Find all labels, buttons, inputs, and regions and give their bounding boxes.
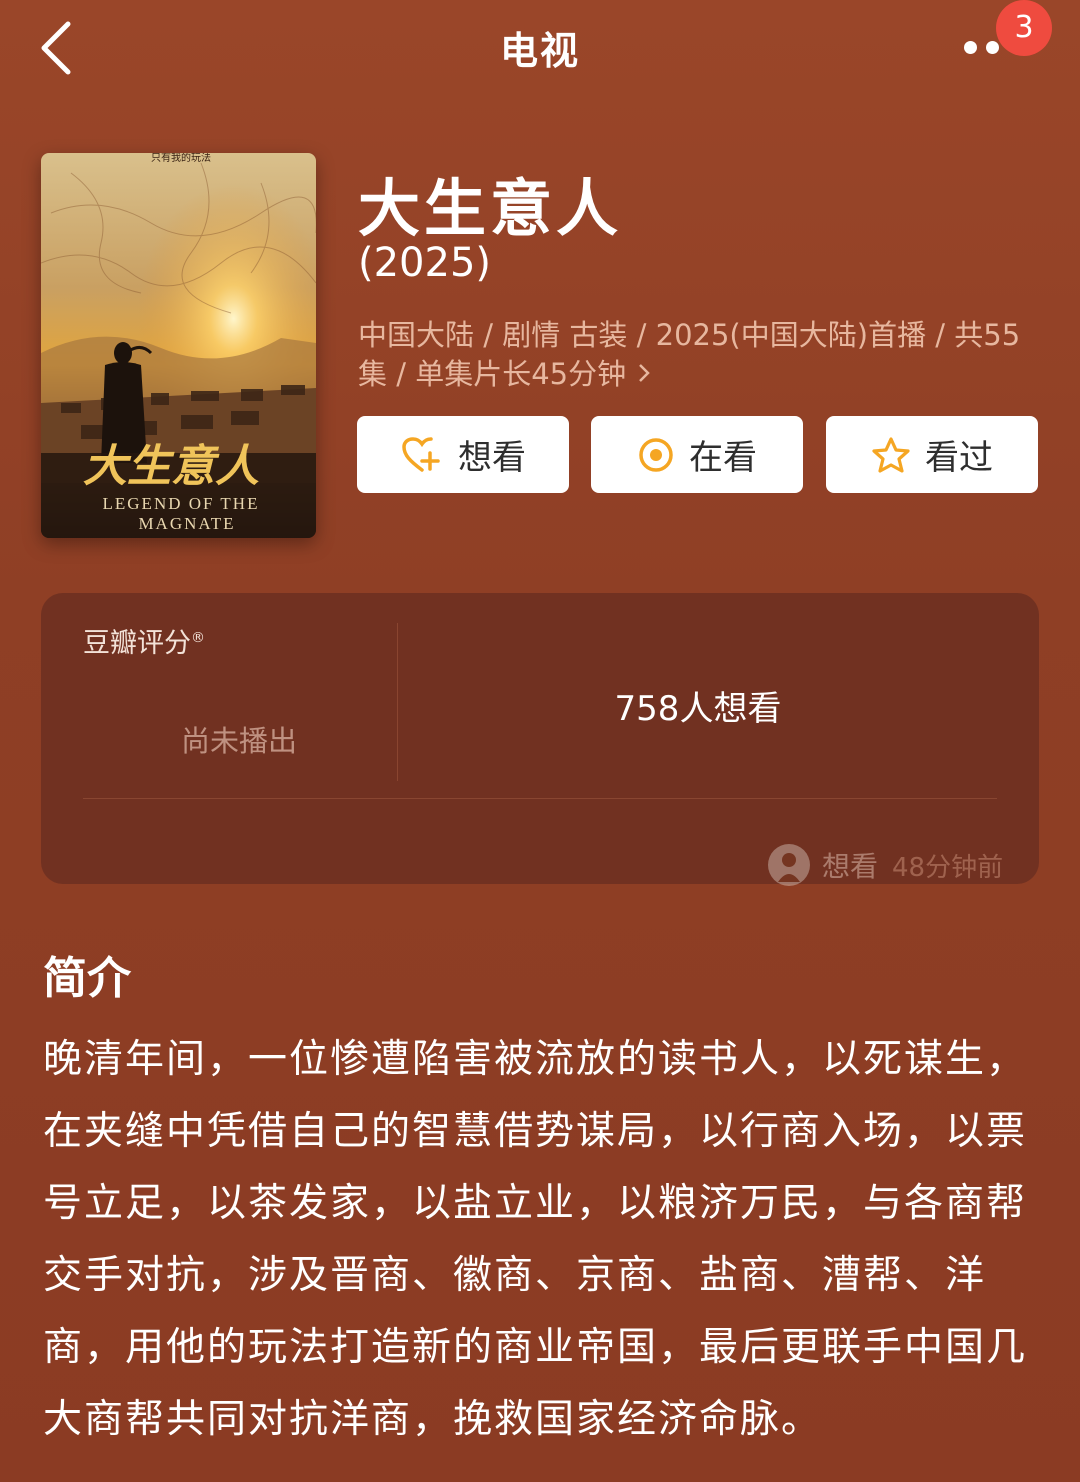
show-title: 大生意人	[358, 172, 623, 245]
intro-text: 晚清年间，一位惨遭陷害被流放的读书人，以死谋生，在夹缝中凭借自己的智慧借势谋局，…	[43, 1037, 1028, 1442]
page-title: 电视	[499, 29, 580, 73]
chevron-right-icon	[636, 355, 652, 394]
poster-english-title-1: LEGEND OF THE	[103, 494, 260, 513]
rating-label-text: 豆瓣评分	[83, 628, 191, 659]
poster-top-text: 只有我的玩法	[151, 153, 211, 164]
poster-calligraphy-title: 大生意人	[83, 441, 259, 492]
notification-badge[interactable]: 3	[996, 0, 1052, 56]
activity-time: 48分钟前	[892, 852, 1004, 883]
rating-status: 尚未播出	[181, 724, 298, 758]
rating-panel: 豆瓣评分® 尚未播出 758人想看 想看 48分钟前	[41, 593, 1039, 887]
more-dots-icon	[964, 41, 977, 54]
more-dot	[986, 41, 999, 54]
registered-mark: ®	[191, 630, 205, 646]
douban-rating-label: 豆瓣评分®	[83, 621, 205, 660]
meta-text: 中国大陆 / 剧情 古装 / 2025(中国大陆)首播 / 共55集 / 单集片…	[358, 318, 1021, 391]
horizontal-divider	[83, 798, 997, 799]
avatar	[768, 844, 810, 886]
want-button-label: 想看	[458, 438, 526, 478]
star-icon	[872, 436, 910, 473]
heart-plus-icon	[402, 436, 440, 472]
recent-activity[interactable]: 想看 48分钟前	[768, 843, 1003, 887]
watching-button-label: 在看	[689, 438, 757, 478]
want-to-watch-button[interactable]: 想看	[357, 416, 569, 493]
watched-button[interactable]: 看过	[826, 416, 1038, 493]
watched-button-label: 看过	[925, 438, 993, 478]
poster-image: 只有我的玩法 大生意人 LEGEND OF THE MAGNATE	[41, 153, 316, 538]
target-icon	[639, 437, 673, 472]
intro-heading: 简介	[43, 953, 131, 1004]
top-bar: 电视 3	[0, 0, 1080, 100]
show-year: (2025)	[358, 240, 492, 286]
movie-detail-page: 电视 3 只有我的玩法 大生意人 LEGEND OF THE MAGNATE 大…	[0, 0, 1080, 1482]
poster-english-title-2: MAGNATE	[138, 514, 235, 533]
want-count[interactable]: 758人想看	[398, 681, 998, 730]
show-poster[interactable]: 只有我的玩法 大生意人 LEGEND OF THE MAGNATE	[41, 153, 316, 538]
activity-label: 想看	[822, 850, 879, 883]
watching-button[interactable]: 在看	[591, 416, 803, 493]
show-meta-info[interactable]: 中国大陆 / 剧情 古装 / 2025(中国大陆)首播 / 共55集 / 单集片…	[358, 316, 1048, 394]
